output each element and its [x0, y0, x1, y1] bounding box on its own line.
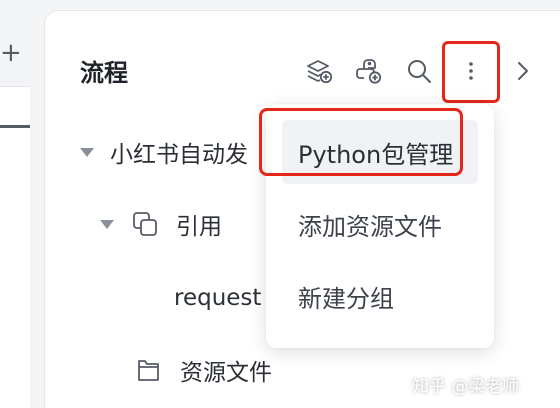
chevron-right-icon: [509, 57, 537, 89]
add-layer-button[interactable]: [303, 57, 335, 89]
editor-document: [0, 86, 30, 408]
menu-item-highlight: [259, 108, 463, 176]
tree-item-refs[interactable]: 引用: [100, 204, 222, 244]
tree-item-label: 小红书自动发: [110, 142, 248, 168]
watermark: 知乎 @梁老师: [412, 377, 520, 397]
caret-down-icon[interactable]: [100, 219, 114, 229]
menu-item-add-resource[interactable]: 添加资源文件: [282, 192, 478, 256]
tree-item-label: 引用: [176, 214, 222, 240]
layers-plus-icon: [305, 57, 333, 89]
add-python-button[interactable]: [353, 57, 385, 89]
tree-item-label: request: [174, 285, 262, 311]
menu-item-new-group[interactable]: 新建分组: [282, 264, 478, 328]
tree-item-request[interactable]: request: [174, 278, 261, 318]
reference-icon: [130, 209, 160, 239]
tree-item-root[interactable]: 小红书自动发: [80, 132, 248, 172]
search-button[interactable]: [403, 57, 435, 89]
editor-side-strip: +: [0, 0, 30, 408]
collapse-button[interactable]: [507, 57, 539, 89]
add-tab-button[interactable]: +: [0, 38, 22, 68]
document-rule: [0, 125, 30, 128]
panel-title: 流程: [80, 59, 128, 87]
resource-file-icon: [134, 355, 164, 385]
caret-down-icon[interactable]: [80, 147, 94, 157]
tree-item-label: 资源文件: [180, 360, 272, 386]
more-button-highlight: [442, 41, 500, 103]
search-icon: [405, 57, 433, 89]
tree-item-resources[interactable]: 资源文件: [134, 350, 272, 390]
python-add-icon: [355, 57, 383, 89]
